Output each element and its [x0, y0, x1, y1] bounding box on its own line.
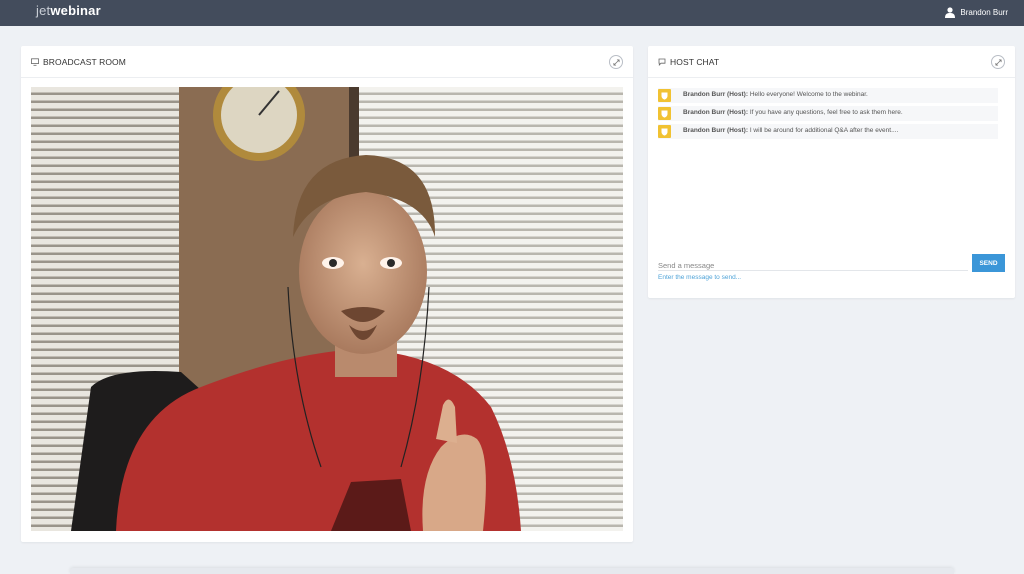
speech-bubble-icon: [658, 58, 666, 66]
chat-message-author: Brandon Burr (Host):: [683, 127, 748, 134]
user-name: Brandon Burr: [960, 8, 1008, 17]
jetwebinar-logo[interactable]: jetwebinar: [36, 3, 101, 18]
broadcast-room-panel: BROADCAST ROOM: [21, 46, 633, 542]
chat-message-list: Brandon Burr (Host): Hello everyone! Wel…: [658, 88, 998, 142]
chat-message-body: I will be around for additional Q&A afte…: [749, 127, 899, 134]
chat-message-author: Brandon Burr (Host):: [683, 91, 748, 98]
chat-message: Brandon Burr (Host): Hello everyone! Wel…: [658, 88, 998, 103]
chat-title-label: HOST CHAT: [670, 57, 720, 67]
user-icon: [945, 7, 956, 18]
host-shield-icon: [658, 89, 671, 102]
broadcast-panel-title: BROADCAST ROOM: [31, 57, 126, 67]
bottom-panel-edge: [70, 568, 954, 574]
user-menu[interactable]: Brandon Burr: [945, 7, 1008, 18]
expand-icon: [994, 58, 1002, 66]
chat-expand-button[interactable]: [991, 55, 1005, 69]
broadcast-title-label: BROADCAST ROOM: [43, 57, 126, 67]
chat-message: Brandon Burr (Host): If you have any que…: [658, 106, 998, 121]
chat-message-text: Brandon Burr (Host): I will be around fo…: [683, 127, 898, 134]
send-button[interactable]: SEND: [972, 254, 1005, 272]
broadcast-expand-button[interactable]: [609, 55, 623, 69]
chat-message-body: Hello everyone! Welcome to the webinar.: [749, 91, 868, 98]
host-shield-icon: [658, 107, 671, 120]
chat-message-input[interactable]: [658, 258, 968, 273]
webcam-video[interactable]: [31, 87, 623, 531]
broadcast-panel-header: BROADCAST ROOM: [21, 46, 633, 78]
chat-message-author: Brandon Burr (Host):: [683, 109, 748, 116]
logo-text-bold: webinar: [50, 3, 101, 18]
host-shield-icon: [658, 125, 671, 138]
chat-input-wrapper: [658, 255, 968, 273]
monitor-icon: [31, 58, 39, 66]
chat-panel-header: HOST CHAT: [648, 46, 1015, 78]
top-navbar: jetwebinar Brandon Burr: [0, 0, 1024, 26]
chat-message-text: Brandon Burr (Host): If you have any que…: [683, 109, 903, 116]
webcam-video-frame: [31, 87, 623, 531]
chat-input-hint: Enter the message to send...: [658, 274, 742, 281]
chat-message-text: Brandon Burr (Host): Hello everyone! Wel…: [683, 91, 868, 98]
host-chat-panel: HOST CHAT Brandon Burr (Host): Hello eve…: [648, 46, 1015, 298]
logo-text-light: jet: [36, 3, 51, 18]
chat-message: Brandon Burr (Host): I will be around fo…: [658, 124, 998, 139]
chat-panel-title: HOST CHAT: [658, 57, 719, 67]
chat-message-body: If you have any questions, feel free to …: [749, 109, 903, 116]
expand-icon: [612, 58, 620, 66]
